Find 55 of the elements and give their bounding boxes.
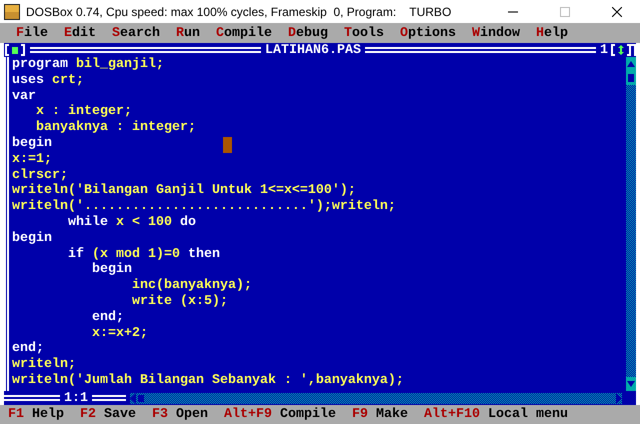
code-line: while x < 100 do <box>66 214 196 231</box>
frame-border <box>92 395 126 401</box>
menu-item[interactable]: Edit <box>64 26 96 40</box>
menu-item[interactable]: Options <box>400 26 456 40</box>
code-line: x : integer; <box>34 104 132 120</box>
menu-item[interactable]: Window <box>472 26 520 40</box>
scroll-left-icon[interactable] <box>130 392 144 404</box>
window-number: 1 <box>600 42 608 58</box>
shortcut-label[interactable]: Compile <box>280 407 336 422</box>
code-line: inc(banyaknya); <box>130 278 252 294</box>
menu-item[interactable]: Tools <box>344 26 384 40</box>
code-line: program bil_ganjil; <box>12 57 164 73</box>
menu-item[interactable]: Compile <box>216 26 272 40</box>
menu-item[interactable]: Run <box>176 26 200 40</box>
vertical-scrollbar[interactable] <box>626 57 636 391</box>
code-line: begin <box>12 230 52 247</box>
shortcut-label[interactable]: Local menu <box>488 407 568 422</box>
code-line: var <box>12 88 36 104</box>
code-line: writeln; <box>12 357 76 373</box>
code-line: x:=x+2; <box>90 326 148 342</box>
code-line: begin <box>12 136 52 152</box>
cursor-position: 1:1 <box>64 390 88 406</box>
scroll-down-icon[interactable] <box>627 380 635 388</box>
code-line: banyaknya : integer; <box>34 120 196 136</box>
code-line: x:=1; <box>12 152 52 168</box>
scroll-thumb-icon[interactable] <box>628 74 634 82</box>
scroll-right-icon[interactable] <box>616 392 622 404</box>
code-line: begin <box>90 262 132 278</box>
app-icon <box>4 4 20 20</box>
zoom-box-icon[interactable] <box>610 43 636 57</box>
close-box-icon[interactable] <box>4 43 26 57</box>
code-line: clrscr; <box>12 168 68 183</box>
shortcut-label[interactable]: Make <box>376 407 408 422</box>
maximize-icon <box>560 6 570 16</box>
file-title: LATIHAN6.PAS <box>265 42 361 58</box>
code-line: if (x mod 1)=0 then <box>66 246 220 262</box>
code-line: end; <box>90 310 124 326</box>
shortcut-label[interactable]: Help <box>32 407 64 422</box>
code-line: writeln('Jumlah Bilangan Sebanyak : ',banyaknya); <box>12 372 404 389</box>
menu-item[interactable]: Debug <box>288 26 328 40</box>
code-line: writeln('Bilangan Ganjil Untuk 1<=x<=100'); <box>12 183 356 199</box>
menu-item[interactable]: File <box>16 26 48 40</box>
close-icon <box>612 6 622 16</box>
code-line: writeln('............................');writeln; <box>12 199 396 215</box>
window-title: DOSBox 0.74, Cpu speed: max 100% cycles, Frameskip 0, Program: TURBO <box>26 4 452 18</box>
shortcut-label[interactable]: Open <box>176 407 208 422</box>
code-line: write (x:5); <box>130 294 228 310</box>
menu-item[interactable]: Search <box>112 26 160 40</box>
code-line: uses crt; <box>12 72 84 89</box>
scroll-up-icon[interactable] <box>627 60 635 68</box>
code-line: end; <box>12 341 44 357</box>
horizontal-scrollbar[interactable] <box>130 392 622 404</box>
text-cursor <box>223 137 232 153</box>
menu-item[interactable]: Help <box>536 26 568 40</box>
shortcut-label[interactable]: Save <box>104 407 136 422</box>
